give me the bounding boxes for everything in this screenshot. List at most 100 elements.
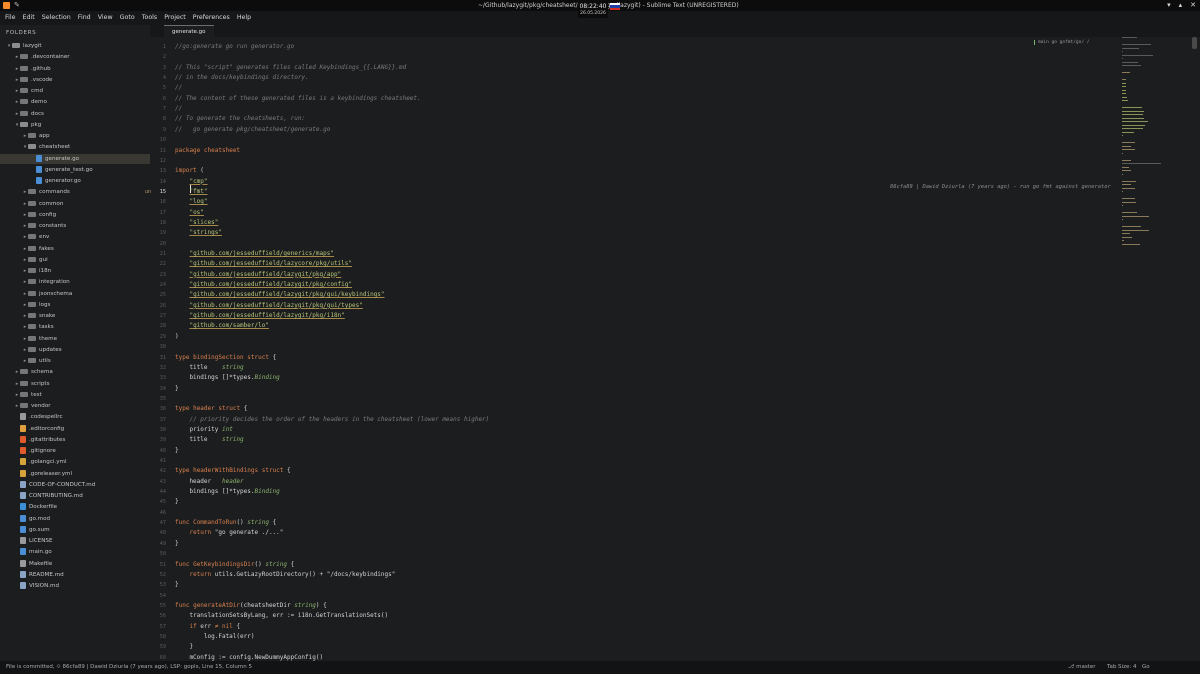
tree-folder[interactable]: ▾ lazygit [0,41,42,51]
code-line[interactable]: 34} [150,384,1200,394]
tree-folder[interactable]: ▸ scripts [0,379,50,389]
code-line[interactable]: 18 "slices" [150,218,1200,228]
tree-file[interactable]: Dockerfile [0,502,57,512]
code-line[interactable]: 9 // go generate pkg/cheatsheet/generate.… [150,125,1200,135]
code-line[interactable]: 48 return "go generate ./..." [150,528,1200,538]
menu-item-file[interactable]: File [5,14,16,21]
code-line[interactable]: 38 priority int [150,425,1200,435]
maximize-icon[interactable]: ▴ [1179,0,1183,11]
tree-folder[interactable]: ▸ utils [0,356,51,366]
code-line[interactable]: 49} [150,539,1200,549]
code-line[interactable]: 41 [150,456,1200,466]
code-line[interactable]: 26 "github.com/jesseduffield/lazygit/pkg… [150,301,1200,311]
code-line[interactable]: 46 [150,508,1200,518]
code-line[interactable]: 37 // priority decides the order of the … [150,415,1200,425]
code-line[interactable]: 24 "github.com/jesseduffield/lazygit/pkg… [150,280,1200,290]
code-line[interactable]: 13 import ( [150,166,1200,176]
code-line[interactable]: 14 "cmp" [150,177,1200,187]
code-line[interactable]: 57 if err ≠ nil { [150,622,1200,632]
menu-item-tools[interactable]: Tools [142,14,158,21]
tree-folder[interactable]: ▸ gui [0,255,48,265]
tree-file[interactable]: LICENSE [0,536,52,546]
code-line[interactable]: 8 // To generate the cheatsheets, run: [150,114,1200,124]
keyboard-layout-flag-icon[interactable] [610,3,620,10]
tree-file[interactable]: go.sum [0,525,50,535]
code-line[interactable]: 56 translationSetsByLang, err := i18n.Ge… [150,611,1200,621]
code-line[interactable]: 47 func CommandToRun() string { [150,518,1200,528]
tree-folder[interactable]: ▸ cmd [0,86,43,96]
code-line[interactable]: 42 type headerWithBindings struct { [150,466,1200,476]
tree-file[interactable]: .gitattributes [0,435,65,445]
code-line[interactable]: 52 return utils.GetLazyRootDirectory() +… [150,570,1200,580]
menu-item-view[interactable]: View [98,14,113,21]
menu-item-help[interactable]: Help [237,14,251,21]
code-line[interactable]: 1 //go:generate go run generator.go [150,42,1200,52]
code-line[interactable]: 27 "github.com/jesseduffield/lazygit/pkg… [150,311,1200,321]
code-line[interactable]: 22 "github.com/jesseduffield/lazycore/pk… [150,259,1200,269]
menu-item-goto[interactable]: Goto [120,14,135,21]
tree-folder[interactable]: ▸ constants [0,221,66,231]
tree-folder[interactable]: ▸ .devcontainer [0,52,70,62]
tree-folder[interactable]: ▸ integration [0,277,70,287]
tree-folder[interactable]: ▸ commands [0,187,70,197]
code-line[interactable]: 11 package cheatsheet [150,146,1200,156]
code-line[interactable]: 6 // The content of these generated files… [150,94,1200,104]
code-line[interactable]: 25 "github.com/jesseduffield/lazygit/pkg… [150,290,1200,300]
tree-folder[interactable]: ▸ .vscode [0,75,53,85]
code-line[interactable]: 53} [150,580,1200,590]
tree-folder[interactable]: ▸ test [0,390,42,400]
code-line[interactable]: 33 bindings []*types.Binding [150,373,1200,383]
tree-folder[interactable]: ▸ common [0,199,63,209]
tree-folder[interactable]: ▾ cheatsheet [0,142,70,152]
code-line[interactable]: 59 } [150,642,1200,652]
tree-folder[interactable]: ▸ snake [0,311,55,321]
code-line[interactable]: 55 func generateAtDir(cheatsheetDir strin… [150,601,1200,611]
code-line[interactable]: 19 "strings" [150,228,1200,238]
tree-file[interactable]: .goreleaser.yml [0,469,72,479]
code-line[interactable]: 5 // [150,83,1200,93]
syntax-indicator[interactable]: Go [1142,661,1150,674]
code-line[interactable]: 15 un "fmt" [145,187,1200,197]
code-line[interactable]: 40} [150,446,1200,456]
menu-item-preferences[interactable]: Preferences [193,14,230,21]
code-line[interactable]: 2 [150,52,1200,62]
tree-folder[interactable]: ▸ config [0,210,56,220]
code-line[interactable]: 58 log.Fatal(err) [150,632,1200,642]
tree-file[interactable]: .golangci.yml [0,457,67,467]
code-line[interactable]: 16 "log" [150,197,1200,207]
tree-file[interactable]: VISION.md [0,581,59,591]
tree-folder[interactable]: ▸ env [0,232,49,242]
tree-file[interactable]: go.mod [0,514,50,524]
tree-file[interactable]: .gitignore [0,446,56,456]
tree-folder[interactable]: ▸ docs [0,109,44,119]
tree-file[interactable]: Makefile [0,559,52,569]
pin-icon[interactable]: ✎ [14,0,20,11]
tree-folder[interactable]: ▸ updates [0,345,62,355]
code-line[interactable]: 31 type bindingSection struct { [150,353,1200,363]
tree-folder[interactable]: ▸ app [0,131,50,141]
minimize-icon[interactable]: ▾ [1167,0,1171,11]
tree-file[interactable]: CONTRIBUTING.md [0,491,83,501]
close-icon[interactable]: ✕ [1190,0,1196,11]
code-line[interactable]: 28 "github.com/samber/lo" [150,321,1200,331]
code-line[interactable]: 29) [150,332,1200,342]
code-line[interactable]: 51 func GetKeybindingsDir() string { [150,560,1200,570]
tree-folder[interactable]: ▸ tasks [0,322,54,332]
code-line[interactable]: 3 // This "script" generates files called… [150,63,1200,73]
code-line[interactable]: 4 // in the docs/keybindings directory. [150,73,1200,83]
tree-folder[interactable]: ▸ jsonschema [0,289,72,299]
code-line[interactable]: 7 // [150,104,1200,114]
tree-folder[interactable]: ▸ .github [0,64,51,74]
code-line[interactable]: 35 [150,394,1200,404]
tree-folder[interactable]: ▸ theme [0,334,57,344]
code-line[interactable]: 17 "os" [150,208,1200,218]
tree-file[interactable]: .editorconfig [0,424,64,434]
code-line[interactable]: 20 [150,239,1200,249]
tree-folder[interactable]: ▸ fakes [0,244,54,254]
tree-file[interactable]: main.go [0,547,52,557]
menu-item-selection[interactable]: Selection [42,14,71,21]
code-line[interactable]: 36 type header struct { [150,404,1200,414]
menu-item-project[interactable]: Project [164,14,186,21]
tree-file[interactable]: generator.go [0,176,81,186]
tree-folder[interactable]: ▸ i18n [0,266,51,276]
